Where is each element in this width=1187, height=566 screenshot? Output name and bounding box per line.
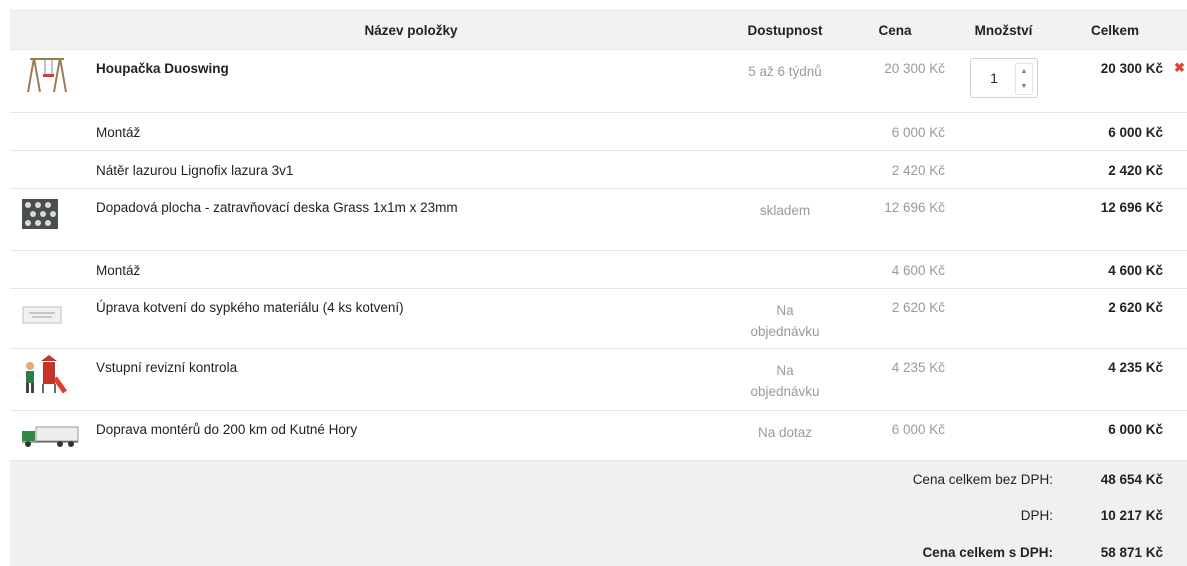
table-row: Vstupní revizní kontrola Na objednávku 4… [10,349,1187,411]
header-availability: Dostupnost [747,23,823,38]
header-quantity: Množství [974,23,1033,38]
header-price: Cena [878,23,912,38]
table-row: Houpačka Duoswing 5 až 6 týdnů 20 300 Kč… [10,50,1187,113]
item-name[interactable]: Doprava montérů do 200 km od Kutné Hory [96,422,656,437]
table-row: Doprava montérů do 200 km od Kutné Hory … [10,411,1187,461]
item-price: 6 000 Kč [891,125,945,140]
item-price: 4 235 Kč [891,360,945,375]
item-total: 12 696 Kč [1100,200,1163,215]
item-total: 6 000 Kč [1108,422,1163,437]
item-price: 6 000 Kč [891,422,945,437]
grass-tile-icon[interactable] [18,193,80,235]
table-row: Nátěr lazurou Lignofix lazura 3v1 2 420 … [10,151,1187,189]
cart-table: Název položky Dostupnost Cena Množství C… [10,10,1187,566]
quantity-arrows[interactable]: ▲ ▼ [1015,63,1033,95]
table-row: Montáž 4 600 Kč 4 600 Kč [10,251,1187,289]
availability-line: objednávku [750,324,820,339]
header-name: Název položky [364,23,458,38]
playground-inspection-icon[interactable] [18,353,80,395]
item-price: 4 600 Kč [891,263,945,278]
cart-summary: Cena celkem bez DPH: 48 654 Kč DPH: 10 2… [10,461,1187,566]
item-name[interactable]: Dopadová plocha - zatravňovací deska Gra… [96,200,656,215]
item-name[interactable]: Houpačka Duoswing [96,61,656,76]
item-total: 6 000 Kč [1108,125,1163,140]
decrement-icon[interactable]: ▼ [1016,79,1032,94]
total-with-vat-value: 58 871 Kč [1100,545,1163,560]
item-name[interactable]: Úprava kotvení do sypkého materiálu (4 k… [96,300,656,315]
total-without-vat-value: 48 654 Kč [1100,472,1163,487]
item-price: 2 620 Kč [891,300,945,315]
item-name: Nátěr lazurou Lignofix lazura 3v1 [96,163,294,178]
item-price: 20 300 Kč [884,61,945,76]
item-price: 2 420 Kč [891,163,945,178]
item-total: 20 300 Kč [1100,61,1163,76]
item-name: Montáž [96,263,141,278]
item-name[interactable]: Vstupní revizní kontrola [96,360,656,375]
quantity-input[interactable]: 1 [971,59,1017,97]
table-row: Montáž 6 000 Kč 6 000 Kč [10,113,1187,151]
item-total: 4 235 Kč [1108,360,1163,375]
total-with-vat-label: Cena celkem s DPH: [922,545,1053,560]
total-without-vat-label: Cena celkem bez DPH: [912,472,1053,487]
item-total: 2 620 Kč [1108,300,1163,315]
remove-item-icon[interactable]: ✖ [1174,60,1185,76]
anchoring-icon[interactable] [18,293,80,335]
swing-icon[interactable] [18,54,80,96]
availability-line: objednávku [750,384,820,399]
increment-icon[interactable]: ▲ [1016,64,1032,79]
table-header: Název položky Dostupnost Cena Množství C… [10,10,1187,50]
item-name: Montáž [96,125,141,140]
vat-label: DPH: [1020,508,1053,523]
truck-icon[interactable] [18,415,80,457]
table-row: Dopadová plocha - zatravňovací deska Gra… [10,189,1187,251]
item-total: 2 420 Kč [1108,163,1163,178]
quantity-stepper[interactable]: 1 ▲ ▼ [970,58,1038,98]
table-row: Úprava kotvení do sypkého materiálu (4 k… [10,289,1187,349]
header-total: Celkem [1090,23,1140,38]
item-price: 12 696 Kč [884,200,945,215]
item-total: 4 600 Kč [1108,263,1163,278]
vat-value: 10 217 Kč [1100,508,1163,523]
